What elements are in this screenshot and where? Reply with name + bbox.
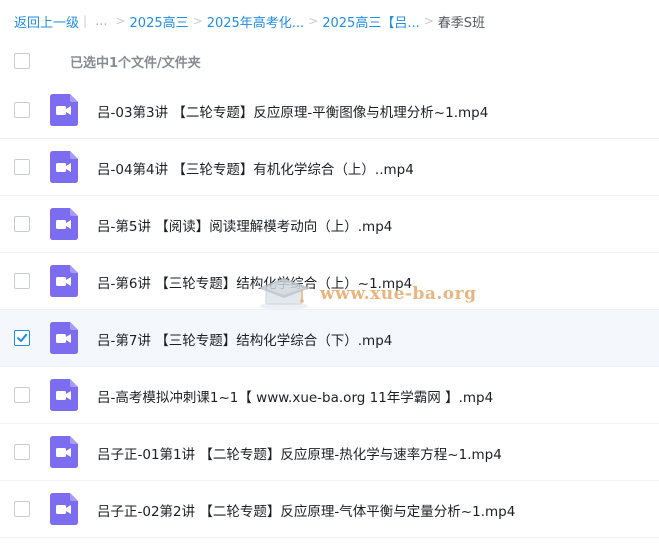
back-link[interactable]: 返回上一级 [14, 12, 79, 31]
file-checkbox[interactable] [14, 444, 30, 460]
file-row[interactable]: 吕-第6讲 【三轮专题】结构化学综合（上）~1.mp4 [0, 253, 659, 310]
file-checkbox[interactable] [14, 159, 30, 175]
file-name[interactable]: 吕-第5讲 【阅读】阅读理解模考动向（上）.mp4 [97, 215, 392, 235]
video-file-icon [50, 436, 78, 468]
check-icon [17, 333, 28, 342]
file-checkbox[interactable] [14, 216, 30, 232]
selection-count: 已选中1个文件/文件夹 [70, 55, 201, 71]
file-row[interactable]: 吕-03第3讲 【二轮专题】反应原理-平衡图像与机理分析~1.mp4 [0, 82, 659, 139]
video-file-icon [50, 322, 78, 354]
file-list: 吕-03第3讲 【二轮专题】反应原理-平衡图像与机理分析~1.mp4 吕-04第4… [0, 82, 659, 538]
file-name[interactable]: 吕-第6讲 【三轮专题】结构化学综合（上）~1.mp4 [97, 272, 412, 292]
breadcrumb-separator: > [192, 14, 203, 28]
select-all-checkbox[interactable] [14, 53, 30, 69]
file-checkbox[interactable] [14, 102, 30, 118]
breadcrumb-item-2[interactable]: 2025高三【吕... [322, 12, 419, 31]
video-file-icon [50, 208, 78, 240]
file-row[interactable]: 吕-第5讲 【阅读】阅读理解模考动向（上）.mp4 [0, 196, 659, 253]
breadcrumb: 返回上一级 | ... > 2025高三 > 2025年高考化... > 202… [14, 10, 485, 32]
file-row[interactable]: 吕-04第4讲 【三轮专题】有机化学综合（上）..mp4 [0, 139, 659, 196]
breadcrumb-ellipsis[interactable]: ... [95, 14, 107, 29]
breadcrumb-divider: | [83, 14, 88, 28]
breadcrumb-separator: > [423, 14, 434, 28]
video-file-icon [50, 379, 78, 411]
file-name[interactable]: 吕-第7讲 【三轮专题】结构化学综合（下）.mp4 [97, 329, 392, 349]
file-name[interactable]: 吕子正-01第1讲 【二轮专题】反应原理-热化学与速率方程~1.mp4 [97, 443, 502, 463]
breadcrumb-separator: > [115, 14, 126, 28]
video-file-icon [50, 151, 78, 183]
file-checkbox[interactable] [14, 501, 30, 517]
file-name[interactable]: 吕-04第4讲 【三轮专题】有机化学综合（上）..mp4 [97, 158, 414, 178]
breadcrumb-current: 春季S班 [437, 15, 486, 31]
video-file-icon [50, 265, 78, 297]
breadcrumb-item-0[interactable]: 2025高三 [130, 12, 189, 31]
file-row[interactable]: 吕-高考模拟冲刺课1~1【 www.xue-ba.org 11年学霸网 】.mp… [0, 367, 659, 424]
video-file-icon [50, 94, 78, 126]
file-name[interactable]: 吕-03第3讲 【二轮专题】反应原理-平衡图像与机理分析~1.mp4 [97, 101, 488, 121]
breadcrumb-separator: > [308, 14, 319, 28]
file-row[interactable]: 吕子正-02第2讲 【二轮专题】反应原理-气体平衡与定量分析~1.mp4 [0, 481, 659, 538]
file-name[interactable]: 吕-高考模拟冲刺课1~1【 www.xue-ba.org 11年学霸网 】.mp… [97, 386, 493, 406]
file-checkbox[interactable] [14, 330, 30, 346]
file-row[interactable]: 吕-第7讲 【三轮专题】结构化学综合（下）.mp4 [0, 310, 659, 367]
list-header: 已选中1个文件/文件夹 [0, 44, 659, 78]
video-file-icon [50, 493, 78, 525]
file-name[interactable]: 吕子正-02第2讲 【二轮专题】反应原理-气体平衡与定量分析~1.mp4 [97, 500, 515, 520]
file-checkbox[interactable] [14, 387, 30, 403]
file-browser: 返回上一级 | ... > 2025高三 > 2025年高考化... > 202… [0, 0, 659, 546]
breadcrumb-item-1[interactable]: 2025年高考化... [207, 12, 304, 31]
file-checkbox[interactable] [14, 273, 30, 289]
file-row[interactable]: 吕子正-01第1讲 【二轮专题】反应原理-热化学与速率方程~1.mp4 [0, 424, 659, 481]
